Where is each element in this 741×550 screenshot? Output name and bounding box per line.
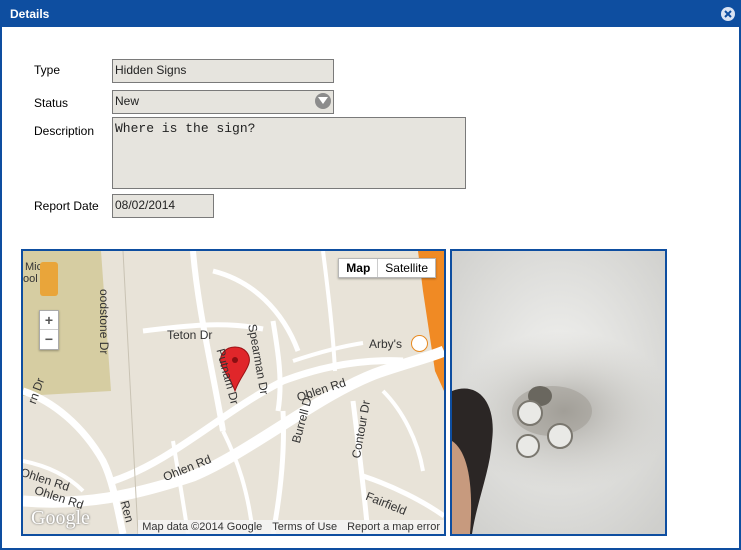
dialog-title: Details — [10, 7, 50, 21]
type-label: Type — [34, 63, 61, 77]
dialog-titlebar: Details — [2, 2, 739, 27]
ceiling-fan-image — [452, 251, 665, 534]
map-data-text: Map data ©2014 Google — [142, 521, 263, 533]
map-label-micro2: ool — [23, 273, 38, 285]
status-label: Status — [34, 96, 69, 110]
zoom-in-button[interactable]: + — [40, 311, 58, 330]
report-date-field[interactable]: 08/02/2014 — [112, 194, 214, 218]
status-select[interactable]: New — [112, 90, 334, 114]
close-icon[interactable] — [721, 7, 735, 21]
description-label: Description — [34, 124, 95, 138]
map-type-control: Map Satellite — [338, 258, 436, 278]
map-label-teton: Teton Dr — [167, 328, 213, 342]
report-photo[interactable] — [450, 249, 667, 536]
description-textarea[interactable]: Where is the sign? — [112, 117, 466, 189]
chevron-down-icon[interactable] — [315, 93, 331, 109]
map-label-goodstone: oodstone Dr — [97, 289, 111, 355]
map-attribution: Map data ©2014 Google Terms of Use Repor… — [138, 520, 444, 534]
map-label-arbys: Arby's — [369, 337, 402, 351]
map-type-map-button[interactable]: Map — [339, 259, 379, 277]
zoom-control: + − — [39, 310, 59, 350]
restaurant-icon — [411, 335, 428, 352]
pegman-icon[interactable] — [40, 262, 58, 296]
report-date-label: Report Date — [34, 199, 99, 213]
type-field[interactable]: Hidden Signs — [112, 59, 334, 83]
terms-of-use-link[interactable]: Terms of Use — [272, 521, 337, 533]
status-value: New — [115, 94, 140, 108]
details-dialog: Details Type Hidden Signs Status New Des… — [0, 0, 741, 550]
map-view[interactable]: Mic e ool oodstone Dr Teton Dr Spearman … — [21, 249, 446, 536]
map-type-satellite-button[interactable]: Satellite — [378, 259, 435, 277]
report-map-error-link[interactable]: Report a map error — [347, 521, 440, 533]
zoom-out-button[interactable]: − — [40, 330, 58, 349]
google-logo[interactable]: Google — [31, 507, 90, 530]
